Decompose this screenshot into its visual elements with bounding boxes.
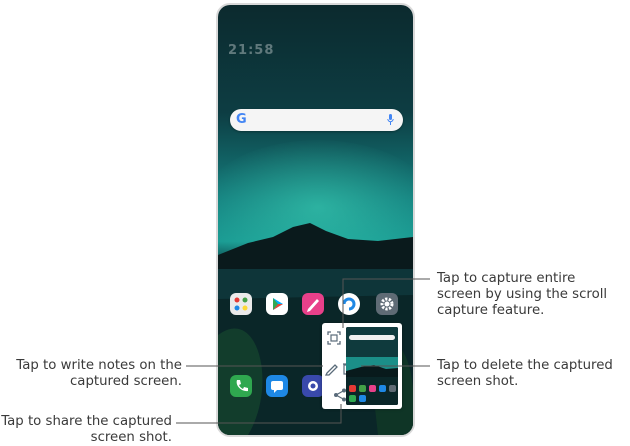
annotation-delete: Tap to delete the captured screen shot.	[437, 358, 613, 389]
screenshot-illustration: 21:58 G Tap to capture entire screen by …	[0, 0, 630, 445]
annotation-share: Tap to share the captured screen shot.	[1, 414, 172, 445]
annotation-write: Tap to write notes on the captured scree…	[16, 358, 182, 389]
annotation-capture: Tap to capture entire screen by using th…	[437, 271, 608, 318]
